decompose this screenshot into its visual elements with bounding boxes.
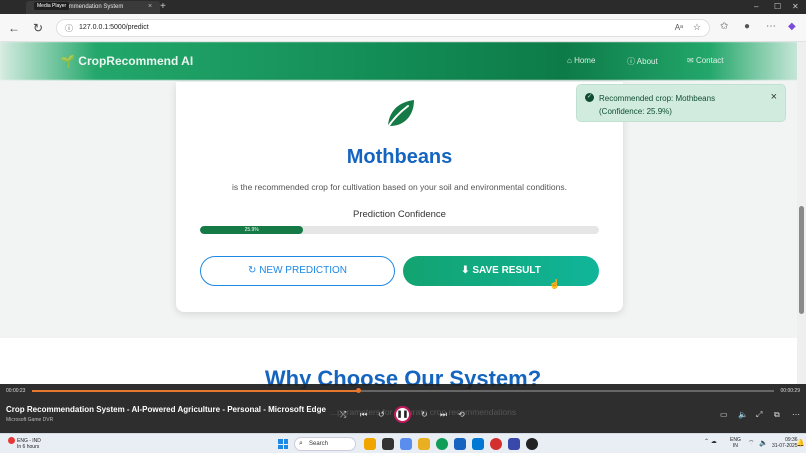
toast-line-2: (Confidence: 25.9%) bbox=[599, 107, 672, 116]
mouse-pointer-icon: ☝ bbox=[549, 279, 561, 289]
wifi-icon[interactable]: ⌔ bbox=[748, 439, 755, 448]
site-brand[interactable]: 🌱 CropRecommend AI bbox=[60, 54, 193, 68]
outlook-icon[interactable] bbox=[472, 438, 484, 450]
address-toolbar: ← ↻ ⓘ 127.0.0.1:5000/predict Aᵃ ☆ ✩ ● ⋯ … bbox=[0, 14, 806, 42]
tab-close-icon[interactable]: × bbox=[148, 3, 152, 10]
new-tab-button[interactable]: + bbox=[160, 1, 166, 12]
confidence-progress-bar: 25.9% bbox=[200, 226, 599, 234]
nav-home[interactable]: ⌂ Home bbox=[567, 56, 595, 65]
more-menu-icon[interactable]: ⋯ bbox=[766, 21, 776, 32]
minimize-icon[interactable]: – bbox=[754, 2, 758, 11]
features-section: Why Choose Our System? bbox=[0, 338, 806, 389]
store-app-icon[interactable] bbox=[454, 438, 466, 450]
system-tray[interactable]: ⌃ ☁ bbox=[704, 438, 717, 445]
photos-icon[interactable] bbox=[508, 438, 520, 450]
language-indicator[interactable]: ENG IN bbox=[730, 437, 741, 449]
toast-line-1: Recommended crop: Mothbeans bbox=[599, 94, 716, 103]
windows-start-icon[interactable] bbox=[278, 439, 288, 449]
weather-widget[interactable]: ENG - IND In 6 hours bbox=[8, 437, 41, 450]
weather-line-1: ENG - IND bbox=[17, 437, 41, 444]
edge-browser-icon[interactable] bbox=[436, 438, 448, 450]
next-icon[interactable]: ⏭ bbox=[440, 410, 447, 420]
site-info-icon[interactable]: ⓘ bbox=[65, 23, 73, 34]
notification-bell-icon[interactable]: 🔔 bbox=[796, 439, 805, 447]
new-prediction-label: NEW PREDICTION bbox=[259, 265, 347, 276]
media-player-overlay: 00:00:23 00:00:29 Crop Recommendation Sy… bbox=[0, 384, 806, 433]
weather-line-2: In 6 hours bbox=[17, 444, 40, 450]
toast-close-button[interactable]: × bbox=[771, 91, 777, 104]
back-arrow-icon[interactable]: ← bbox=[6, 20, 22, 36]
volume-icon[interactable]: 🔈 bbox=[738, 410, 748, 419]
url-field[interactable]: ⓘ 127.0.0.1:5000/predict Aᵃ ☆ bbox=[56, 19, 710, 37]
file-explorer-icon[interactable] bbox=[418, 438, 430, 450]
weather-icon bbox=[8, 437, 15, 444]
media-subtitle: Microsoft Game DVR bbox=[6, 417, 54, 423]
widgets-app-icon[interactable] bbox=[364, 438, 376, 450]
pause-button[interactable]: ❚❚ bbox=[394, 406, 411, 423]
media-player-app-icon[interactable] bbox=[526, 438, 538, 450]
crop-description: is the recommended crop for cultivation … bbox=[232, 182, 567, 192]
search-icon: ⌕ bbox=[299, 440, 303, 447]
page-viewport: 🌱 CropRecommend AI ⌂ Home ⓘ About ✉ Cont… bbox=[0, 42, 806, 389]
confidence-progress-fill: 25.9% bbox=[200, 226, 304, 234]
taskbar-search[interactable]: ⌕ Search bbox=[294, 437, 356, 451]
chrome-icon[interactable] bbox=[490, 438, 502, 450]
site-brand-label: CropRecommend AI bbox=[78, 54, 194, 68]
maximize-icon[interactable]: ☐ bbox=[774, 2, 781, 11]
refresh-icon[interactable]: ↻ bbox=[30, 20, 46, 36]
forward-icon[interactable]: ↻ bbox=[421, 410, 428, 419]
volume-tray-icon[interactable]: 🔈 bbox=[759, 439, 768, 447]
windows-taskbar: ENG - IND In 6 hours ⌕ Search ⌃ ☁ ENG IN ⌔… bbox=[0, 433, 806, 453]
favorites-icon[interactable]: ✩ bbox=[720, 21, 728, 32]
scrollbar-thumb[interactable] bbox=[799, 206, 804, 314]
new-prediction-button[interactable]: ↻ NEW PREDICTION bbox=[200, 256, 395, 286]
seek-knob[interactable] bbox=[356, 388, 362, 393]
media-player-tag: Media Player bbox=[34, 2, 70, 10]
more-options-icon[interactable]: ⋯ bbox=[792, 410, 800, 419]
total-time: 00:00:29 bbox=[780, 388, 800, 394]
confidence-label: Prediction Confidence bbox=[353, 209, 446, 220]
shuffle-icon[interactable]: ⤮ bbox=[340, 410, 346, 420]
rewind-icon[interactable]: ↺ bbox=[378, 410, 385, 419]
page-scrollbar[interactable] bbox=[797, 42, 806, 389]
fullscreen-icon[interactable]: ⤢ bbox=[756, 410, 762, 420]
lang-line-2: IN bbox=[732, 443, 738, 449]
recommended-crop-name: Mothbeans bbox=[346, 146, 453, 168]
taskbar-search-label: Search bbox=[309, 441, 329, 447]
task-view-icon[interactable] bbox=[382, 438, 394, 450]
profile-avatar-icon[interactable]: ● bbox=[744, 21, 750, 32]
nav-about[interactable]: ⓘ About bbox=[627, 56, 658, 67]
recommendation-toast: ✓ Recommended crop: Mothbeans (Confidenc… bbox=[576, 84, 786, 122]
seek-bar[interactable] bbox=[32, 388, 774, 393]
nav-contact[interactable]: ✉ Contact bbox=[687, 56, 724, 65]
save-result-label: SAVE RESULT bbox=[472, 265, 541, 276]
save-result-button[interactable]: ⬇ SAVE RESULT bbox=[403, 256, 599, 286]
check-circle-icon: ✓ bbox=[585, 93, 594, 102]
previous-icon[interactable]: ⏮ bbox=[360, 410, 367, 420]
system-clock[interactable]: 09:36 31-07-2025 bbox=[772, 437, 798, 449]
media-title: Crop Recommendation System - AI-Powered … bbox=[6, 405, 326, 414]
title-bar: Crop Recommendation System Media Player … bbox=[0, 0, 806, 14]
nav-about-label: About bbox=[636, 57, 658, 66]
clock-date: 31-07-2025 bbox=[772, 443, 798, 449]
seek-bar-played bbox=[32, 390, 359, 392]
leaf-icon bbox=[385, 100, 414, 131]
copilot-app-icon[interactable] bbox=[400, 438, 412, 450]
caption-icon[interactable]: ▭ bbox=[720, 410, 728, 419]
underlying-page-text: ...parameters for accurate crop recommen… bbox=[330, 407, 517, 417]
url-text: 127.0.0.1:5000/predict bbox=[79, 24, 149, 31]
favorite-star-icon[interactable]: ☆ bbox=[693, 22, 701, 33]
miniplayer-icon[interactable]: ⧉ bbox=[774, 410, 780, 420]
result-card: Mothbeans is the recommended crop for cu… bbox=[176, 82, 623, 312]
nav-home-label: Home bbox=[574, 56, 596, 65]
elapsed-time: 00:00:23 bbox=[6, 388, 26, 394]
copilot-icon[interactable]: ◆ bbox=[788, 21, 796, 32]
nav-contact-label: Contact bbox=[695, 56, 724, 65]
close-window-icon[interactable]: ✕ bbox=[792, 2, 799, 11]
repeat-icon[interactable]: ⟲ bbox=[458, 410, 465, 419]
read-aloud-icon[interactable]: Aᵃ bbox=[675, 23, 683, 32]
